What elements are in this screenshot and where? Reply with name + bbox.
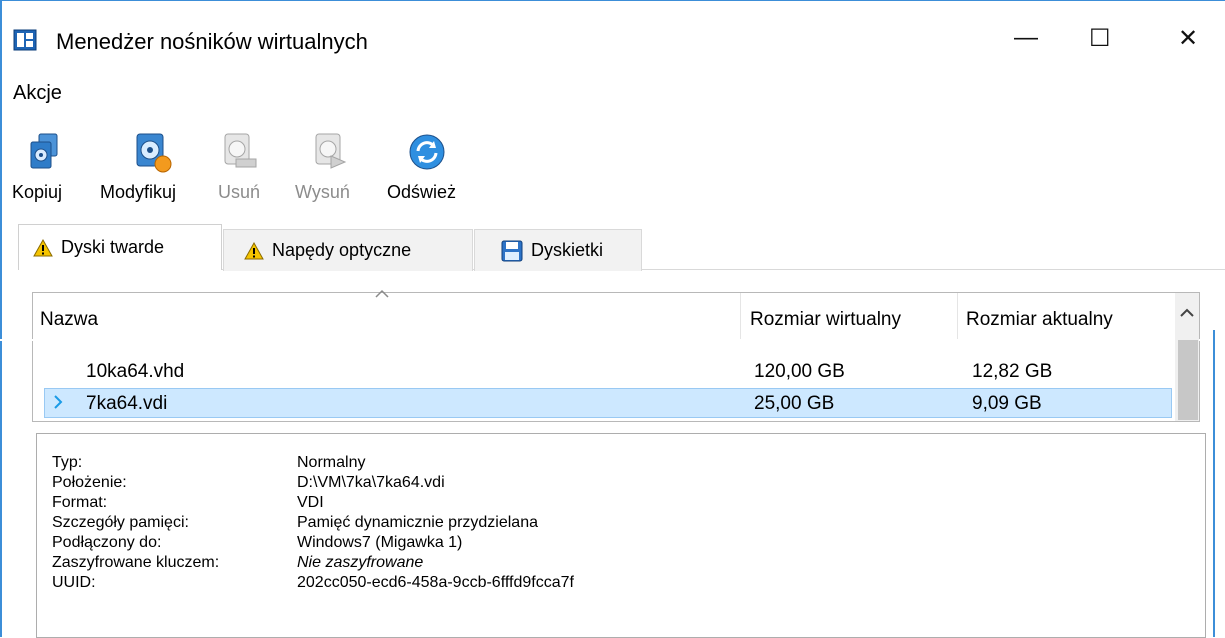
refresh-icon bbox=[409, 134, 445, 170]
details-format-value: VDI bbox=[297, 494, 324, 511]
details-type-value: Normalny bbox=[297, 454, 366, 471]
details-storage-value: Pamięć dynamicznie przydzielana bbox=[297, 514, 538, 531]
details-encrypted-value: Nie zaszyfrowane bbox=[297, 554, 424, 571]
tab-optical-drives-label: Napędy optyczne bbox=[272, 240, 412, 260]
maximize-button[interactable]: ☐ bbox=[1089, 24, 1111, 53]
copy-label: Kopiuj bbox=[12, 182, 63, 202]
expand-chevron-icon[interactable] bbox=[52, 394, 64, 415]
copy-button[interactable]: Kopiuj bbox=[12, 132, 82, 202]
eject-disk-icon bbox=[315, 133, 347, 169]
refresh-button[interactable]: Odśwież bbox=[386, 132, 476, 202]
scroll-up-icon[interactable] bbox=[1180, 305, 1194, 323]
row-name[interactable]: 10ka64.vhd bbox=[86, 361, 184, 383]
tab-floppy-label: Dyskietki bbox=[531, 240, 604, 260]
modify-label: Modyfikuj bbox=[100, 182, 177, 202]
window-border-right bbox=[1213, 330, 1215, 637]
sort-indicator-icon bbox=[375, 286, 389, 304]
tab-floppy[interactable]: Dyskietki bbox=[474, 229, 642, 271]
tab-hard-disks[interactable]: Dyski twarde bbox=[18, 224, 222, 270]
scrollbar-thumb[interactable] bbox=[1178, 340, 1198, 420]
row-virtual-size: 120,00 GB bbox=[754, 361, 845, 382]
tab-hard-disks-label: Dyski twarde bbox=[61, 237, 165, 257]
column-header-name[interactable]: Nazwa bbox=[40, 309, 98, 331]
refresh-label: Odśwież bbox=[387, 182, 457, 202]
details-format-label: Format: bbox=[52, 494, 108, 511]
window-title: Menedżer nośników wirtualnych bbox=[56, 29, 368, 54]
column-separator bbox=[740, 293, 741, 339]
warning-icon bbox=[33, 238, 53, 256]
eject-button: Wysuń bbox=[295, 132, 365, 202]
remove-disk-icon bbox=[224, 133, 257, 168]
modify-button[interactable]: Modyfikuj bbox=[100, 132, 200, 202]
details-attached-label: Podłączony do: bbox=[52, 534, 162, 551]
details-uuid-label: UUID: bbox=[52, 574, 96, 591]
details-encrypted-label: Zaszyfrowane kluczem: bbox=[52, 554, 220, 571]
row-actual-size: 9,09 GB bbox=[972, 393, 1042, 414]
app-icon bbox=[13, 29, 37, 51]
copy-disk-icon bbox=[30, 133, 58, 169]
remove-label: Usuń bbox=[218, 182, 261, 202]
table-top-separator bbox=[0, 339, 1215, 341]
details-attached-value[interactable]: Windows7 (Migawka 1) bbox=[297, 534, 462, 552]
details-location-label: Położenie: bbox=[52, 474, 127, 491]
eject-label: Wysuń bbox=[295, 182, 350, 202]
floppy-disk-icon bbox=[501, 240, 523, 261]
column-header-actual-size[interactable]: Rozmiar aktualny bbox=[966, 309, 1113, 331]
column-separator bbox=[957, 293, 958, 339]
row-name[interactable]: 7ka64.vdi bbox=[86, 393, 167, 415]
row-actual-size: 12,82 GB bbox=[972, 361, 1053, 382]
modify-disk-icon bbox=[136, 133, 172, 173]
menu-actions[interactable]: Akcje bbox=[13, 82, 62, 105]
warning-icon bbox=[244, 241, 264, 259]
details-type-label: Typ: bbox=[52, 454, 83, 471]
details-panel bbox=[36, 433, 1206, 638]
remove-button: Usuń bbox=[218, 132, 278, 202]
column-header-virtual-size[interactable]: Rozmiar wirtualny bbox=[750, 309, 901, 331]
minimize-button[interactable]: — bbox=[1014, 24, 1038, 52]
details-location-value: D:\VM\7ka\7ka64.vdi bbox=[297, 474, 445, 491]
details-storage-label: Szczegóły pamięci: bbox=[52, 514, 189, 531]
close-button[interactable]: ✕ bbox=[1178, 24, 1198, 53]
tab-optical-drives[interactable]: Napędy optyczne bbox=[223, 229, 473, 271]
window-border-left bbox=[0, 0, 2, 637]
details-uuid-value: 202cc050-ecd6-458a-9ccb-6fffd9fcca7f bbox=[297, 574, 574, 591]
row-virtual-size: 25,00 GB bbox=[754, 393, 835, 414]
